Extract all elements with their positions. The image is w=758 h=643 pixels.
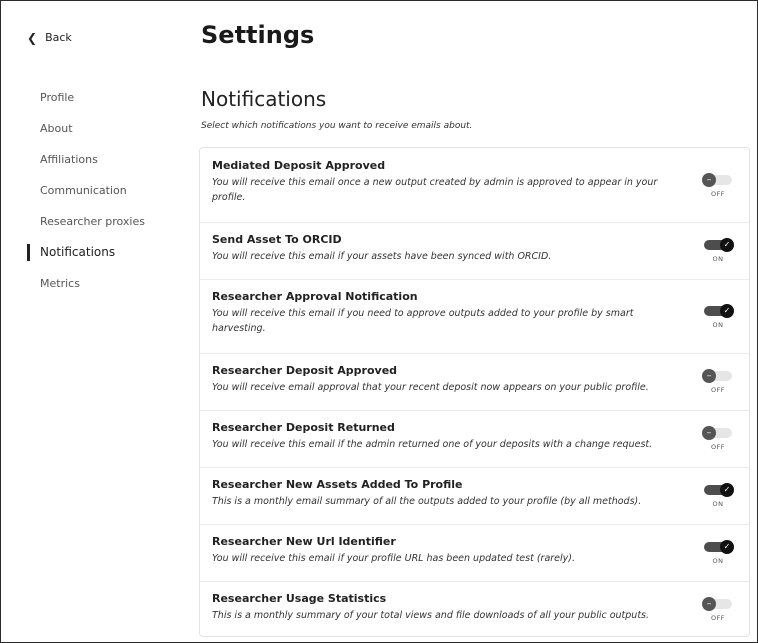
- page-title: Settings: [201, 21, 315, 49]
- notification-description: This is a monthly email summary of all t…: [212, 496, 642, 507]
- toggle-state-label: OFF: [710, 190, 726, 198]
- notification-row-researcher-approval-notification: Researcher Approval Notification You wil…: [200, 279, 749, 354]
- toggle-state-label: OFF: [710, 386, 726, 394]
- settings-window: ❮ Back Settings Profile About Affiliatio…: [0, 0, 758, 643]
- sidebar-item-communication[interactable]: Communication: [27, 182, 177, 213]
- toggle-switch[interactable]: –: [702, 426, 732, 440]
- notification-toggle[interactable]: ✓ ON: [701, 304, 735, 329]
- back-label: Back: [45, 31, 72, 44]
- toggle-state-label: ON: [712, 557, 724, 565]
- notification-description: You will receive this email if your prof…: [212, 553, 576, 564]
- toggle-switch[interactable]: ✓: [704, 238, 734, 252]
- notification-title: Researcher Approval Notification: [212, 290, 418, 303]
- notification-title: Researcher New Assets Added To Profile: [212, 478, 463, 491]
- notifications-card: Mediated Deposit Approved You will recei…: [199, 147, 750, 637]
- check-icon: ✓: [720, 540, 734, 554]
- notification-row-researcher-new-assets-added: Researcher New Assets Added To Profile T…: [200, 467, 749, 525]
- minus-icon: –: [702, 173, 716, 187]
- toggle-state-label: OFF: [710, 443, 726, 451]
- toggle-switch[interactable]: –: [702, 597, 732, 611]
- notification-toggle[interactable]: – OFF: [701, 173, 735, 198]
- notification-toggle[interactable]: ✓ ON: [701, 483, 735, 508]
- section-title: Notifications: [201, 87, 327, 111]
- notification-toggle[interactable]: – OFF: [701, 426, 735, 451]
- notification-toggle[interactable]: – OFF: [701, 597, 735, 622]
- sidebar-item-researcher-proxies[interactable]: Researcher proxies: [27, 213, 177, 244]
- notification-title: Researcher Deposit Returned: [212, 421, 395, 434]
- back-button[interactable]: ❮ Back: [27, 31, 72, 44]
- minus-icon: –: [702, 597, 716, 611]
- sidebar-item-affiliations[interactable]: Affiliations: [27, 151, 177, 182]
- minus-icon: –: [702, 369, 716, 383]
- sidebar-item-metrics[interactable]: Metrics: [27, 275, 177, 306]
- minus-icon: –: [702, 426, 716, 440]
- toggle-switch[interactable]: ✓: [704, 304, 734, 318]
- notification-toggle[interactable]: ✓ ON: [701, 238, 735, 263]
- notification-row-researcher-usage-statistics: Researcher Usage Statistics This is a mo…: [200, 581, 749, 637]
- check-icon: ✓: [720, 238, 734, 252]
- notification-toggle[interactable]: – OFF: [701, 369, 735, 394]
- check-icon: ✓: [720, 483, 734, 497]
- toggle-switch[interactable]: ✓: [704, 540, 734, 554]
- toggle-switch[interactable]: ✓: [704, 483, 734, 497]
- toggle-state-label: ON: [712, 500, 724, 508]
- notification-row-researcher-deposit-returned: Researcher Deposit Returned You will rec…: [200, 410, 749, 468]
- notification-description: This is a monthly summary of your total …: [212, 610, 650, 621]
- toggle-switch[interactable]: –: [702, 369, 732, 383]
- notification-title: Researcher Deposit Approved: [212, 364, 398, 377]
- notification-row-researcher-new-url-identifier: Researcher New Url Identifier You will r…: [200, 524, 749, 582]
- sidebar-item-notifications[interactable]: Notifications: [27, 244, 177, 275]
- toggle-switch[interactable]: –: [702, 173, 732, 187]
- notification-title: Send Asset To ORCID: [212, 233, 342, 246]
- notification-row-researcher-deposit-approved: Researcher Deposit Approved You will rec…: [200, 353, 749, 411]
- notification-description: You will receive this email if the admin…: [212, 439, 653, 450]
- notification-description: You will receive this email once a new o…: [212, 177, 658, 203]
- notification-description: You will receive this email if you need …: [212, 308, 634, 334]
- notification-title: Researcher New Url Identifier: [212, 535, 396, 548]
- toggle-state-label: OFF: [710, 614, 726, 622]
- chevron-left-icon: ❮: [27, 30, 38, 45]
- sidebar-item-profile[interactable]: Profile: [27, 89, 177, 120]
- notification-toggle[interactable]: ✓ ON: [701, 540, 735, 565]
- notification-description: You will receive this email if your asse…: [212, 251, 552, 262]
- sidebar-item-about[interactable]: About: [27, 120, 177, 151]
- section-description: Select which notifications you want to r…: [201, 121, 473, 131]
- check-icon: ✓: [720, 304, 734, 318]
- notification-title: Mediated Deposit Approved: [212, 159, 386, 172]
- notification-title: Researcher Usage Statistics: [212, 592, 387, 605]
- toggle-state-label: ON: [712, 255, 724, 263]
- notification-row-mediated-deposit-approved: Mediated Deposit Approved You will recei…: [200, 148, 749, 223]
- toggle-state-label: ON: [712, 321, 724, 329]
- settings-sidebar: Profile About Affiliations Communication…: [27, 89, 177, 306]
- notification-row-send-asset-to-orcid: Send Asset To ORCID You will receive thi…: [200, 222, 749, 280]
- notification-description: You will receive email approval that you…: [212, 382, 649, 393]
